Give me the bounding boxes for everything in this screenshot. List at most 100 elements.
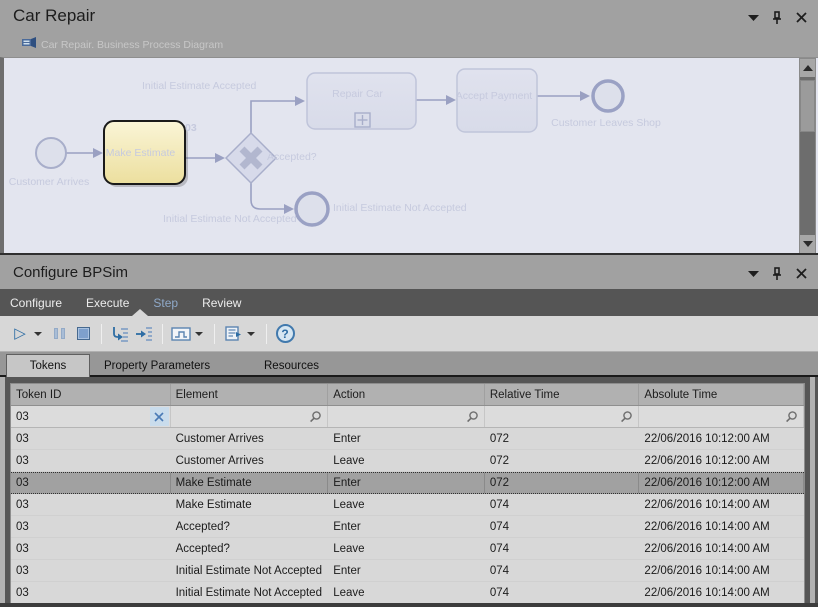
tab-property-parameters[interactable]: Property Parameters <box>104 354 210 377</box>
end-event-not-accepted[interactable] <box>296 193 328 225</box>
bpmn-canvas[interactable]: Customer Arrives Make Estimate 03 Accept… <box>0 57 818 253</box>
table-body: 03 Customer Arrives Enter 072 22/06/2016… <box>11 428 804 604</box>
car-repair-window: Car Repair <box>0 0 818 255</box>
pin-icon[interactable] <box>770 266 784 280</box>
label-make-estimate[interactable]: Make Estimate <box>100 121 181 184</box>
table-row[interactable]: 03 Initial Estimate Not Accepted Leave 0… <box>11 582 804 604</box>
bpsim-config-dropdown-icon[interactable] <box>247 332 255 336</box>
stop-button[interactable] <box>72 322 94 346</box>
column-header-action[interactable]: Action <box>328 384 485 405</box>
bpsim-window-title: Configure BPSim <box>13 264 128 281</box>
table-header-row: Token ID Element Action Relative Time Ab… <box>11 384 804 406</box>
column-header-absolute-time[interactable]: Absolute Time <box>639 384 804 405</box>
toolbar-separator <box>162 324 163 344</box>
column-header-relative-time[interactable]: Relative Time <box>485 384 640 405</box>
stop-icon <box>77 327 90 340</box>
step-over-button[interactable] <box>133 322 155 346</box>
run-button[interactable]: ▷ <box>9 322 31 346</box>
breadcrumb-text: Car Repair. Business Process Diagram <box>41 39 223 51</box>
chevron-down-icon[interactable] <box>746 266 760 280</box>
column-header-element[interactable]: Element <box>171 384 329 405</box>
token-count-badge: 03 <box>185 122 197 134</box>
run-dropdown-icon[interactable] <box>34 332 42 336</box>
bpsim-window-controls <box>746 266 808 280</box>
search-icon[interactable] <box>466 410 479 426</box>
start-event-customer-arrives[interactable] <box>36 138 66 168</box>
toolbar-separator <box>266 324 267 344</box>
menu-review[interactable]: Review <box>202 296 241 310</box>
menu-execute[interactable]: Execute <box>86 296 129 310</box>
label-customer-arrives: Customer Arrives <box>8 176 90 188</box>
play-icon: ▷ <box>14 326 26 341</box>
panel-frame-right <box>810 377 815 603</box>
table-row[interactable]: 03 Make Estimate Enter 072 22/06/2016 10… <box>11 472 804 494</box>
toolbar-separator <box>214 324 215 344</box>
label-end-not-accepted: Initial Estimate Not Accepted <box>333 202 467 214</box>
screen: Car Repair <box>0 0 818 607</box>
panel-frame-left <box>0 377 5 603</box>
toolbar-separator <box>101 324 102 344</box>
step-window-dropdown-icon[interactable] <box>195 332 203 336</box>
scroll-down-button[interactable] <box>800 235 815 253</box>
pause-icon <box>54 328 65 339</box>
table-row[interactable]: 03 Accepted? Enter 074 22/06/2016 10:14:… <box>11 516 804 538</box>
chevron-down-icon[interactable] <box>746 10 760 24</box>
bpsim-window: Configure BPSim <box>0 255 818 607</box>
help-button[interactable]: ? <box>274 322 296 346</box>
diagram-vertical-scrollbar[interactable] <box>799 58 816 254</box>
column-header-token-id[interactable]: Token ID <box>11 384 171 405</box>
clear-filter-icon[interactable] <box>150 407 169 426</box>
bpsim-config-icon <box>224 325 242 342</box>
scrollbar-thumb[interactable] <box>800 80 815 132</box>
search-icon[interactable] <box>620 410 633 426</box>
tab-tokens[interactable]: Tokens <box>6 354 90 377</box>
end-event-customer-leaves[interactable] <box>593 81 623 111</box>
menu-configure[interactable]: Configure <box>10 296 62 310</box>
search-icon[interactable] <box>785 410 798 426</box>
close-icon[interactable] <box>794 10 808 24</box>
car-repair-titlebar: Car Repair <box>0 0 818 32</box>
label-gateway-accepted: Accepted? <box>267 151 317 163</box>
label-accept-payment: Accept Payment <box>451 90 537 102</box>
step-into-button[interactable] <box>109 322 131 346</box>
menu-step[interactable]: Step <box>153 296 178 310</box>
help-icon: ? <box>276 324 295 343</box>
table-row[interactable]: 03 Customer Arrives Leave 072 22/06/2016… <box>11 450 804 472</box>
filter-element-input[interactable] <box>171 406 329 427</box>
tab-resources[interactable]: Resources <box>264 354 319 377</box>
active-menu-notch <box>132 309 148 316</box>
bpsim-config-button[interactable] <box>222 322 244 346</box>
table-filter-row: 03 <box>11 406 804 428</box>
table-row[interactable]: 03 Customer Arrives Enter 072 22/06/2016… <box>11 428 804 450</box>
table-row[interactable]: 03 Make Estimate Leave 074 22/06/2016 10… <box>11 494 804 516</box>
label-flow-not-accepted: Initial Estimate Not Accepted <box>163 213 253 226</box>
diagram-type-icon <box>22 36 37 54</box>
filter-relative-time-input[interactable] <box>485 406 640 427</box>
scroll-up-button[interactable] <box>800 59 815 77</box>
filter-absolute-time-input[interactable] <box>639 406 804 427</box>
pause-button[interactable] <box>48 322 70 346</box>
bottom-strip <box>0 603 818 607</box>
step-into-icon <box>111 326 129 342</box>
search-icon[interactable] <box>309 410 322 426</box>
step-over-icon <box>135 326 153 342</box>
window-controls <box>746 10 808 24</box>
table-row[interactable]: 03 Initial Estimate Not Accepted Enter 0… <box>11 560 804 582</box>
step-window-button[interactable] <box>170 322 192 346</box>
pin-icon[interactable] <box>770 10 784 24</box>
bpsim-toolbar: ▷ <box>0 316 818 352</box>
arrow-up-icon <box>803 65 813 71</box>
tokens-table: Token ID Element Action Relative Time Ab… <box>10 383 805 605</box>
label-customer-leaves-shop: Customer Leaves Shop <box>550 117 662 129</box>
arrow-down-icon <box>803 241 813 247</box>
bpsim-menubar: Configure Execute Step Review <box>0 289 818 316</box>
label-flow-initial-estimate-accepted: Initial Estimate Accepted <box>142 80 256 92</box>
breadcrumb: Car Repair. Business Process Diagram <box>0 32 818 57</box>
step-window-icon <box>171 327 191 341</box>
bpsim-tabstrip: Tokens Property Parameters Resources <box>0 352 818 377</box>
filter-action-input[interactable] <box>328 406 485 427</box>
label-repair-car: Repair Car <box>303 88 412 100</box>
table-row[interactable]: 03 Accepted? Leave 074 22/06/2016 10:14:… <box>11 538 804 560</box>
filter-token-id-input[interactable]: 03 <box>11 406 171 427</box>
close-icon[interactable] <box>794 266 808 280</box>
